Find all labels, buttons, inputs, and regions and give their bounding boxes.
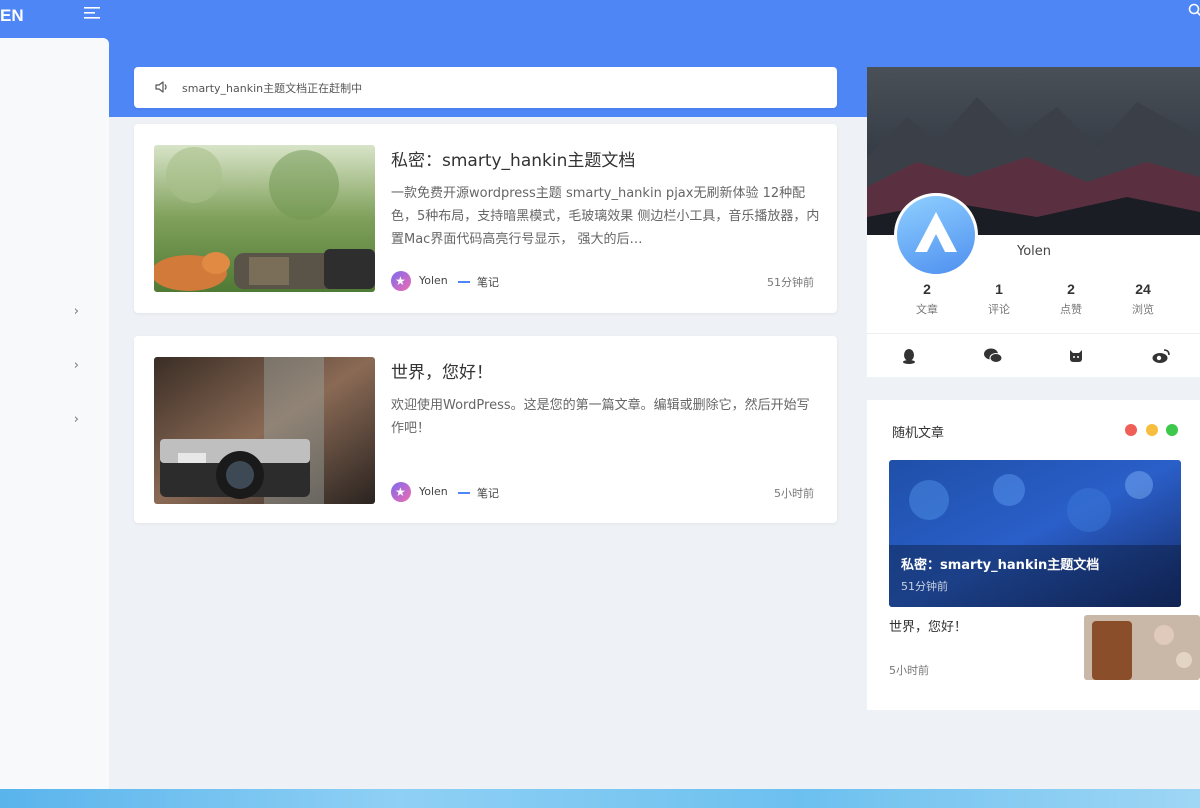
post-excerpt: 欢迎使用WordPress。这是您的第一篇文章。编辑或删除它，然后开始写作吧！ — [391, 398, 810, 436]
sidebar-item-2[interactable]: › — [0, 344, 109, 384]
profile-name[interactable]: Yolen — [1017, 244, 1051, 259]
left-sidebar: › › › — [0, 38, 109, 798]
post-time: 5小时前 — [774, 487, 814, 500]
widget-title: 随机文章 — [892, 426, 945, 441]
notice-text: smarty_hankin主题文档正在赶制中 — [182, 82, 363, 95]
featured-post-time: 51分钟前 — [901, 580, 948, 593]
stat-label: 评论 — [988, 303, 1010, 316]
stat-label: 文章 — [916, 303, 938, 316]
star-icon: ★ — [395, 274, 406, 288]
random-post-title[interactable]: 世界，您好！ — [889, 616, 967, 635]
profile-avatar[interactable] — [894, 193, 978, 277]
post-meta: ★ Yolen 笔记 51分钟前 — [391, 271, 814, 291]
wechat-icon[interactable] — [983, 347, 1003, 365]
random-post-thumbnail[interactable] — [1084, 615, 1200, 680]
sidebar-item-3[interactable]: › — [0, 398, 109, 438]
author-avatar[interactable]: ★ — [391, 482, 411, 502]
profile-card: Yolen 2 文章 1 评论 2 点赞 24 浏览 — [867, 67, 1200, 377]
chevron-right-icon: › — [73, 358, 79, 373]
post-card[interactable]: 私密：smarty_hankin主题文档 一款免费开源wordpress主题 s… — [134, 124, 837, 313]
sidebar-item-1[interactable]: › — [0, 290, 109, 330]
weibo-icon[interactable] — [1151, 347, 1171, 365]
profile-divider — [867, 333, 1200, 334]
search-icon[interactable] — [1186, 2, 1200, 18]
post-category[interactable]: 笔记 — [477, 485, 499, 501]
featured-post-card[interactable]: 私密：smarty_hankin主题文档 51分钟前 — [889, 460, 1181, 607]
stat-value: 2 — [923, 281, 931, 297]
post-thumbnail[interactable] — [154, 145, 375, 292]
stat-likes: 2 点赞 — [1036, 281, 1106, 317]
menu-toggle-icon[interactable] — [82, 4, 102, 22]
post-thumbnail[interactable] — [154, 357, 375, 504]
stat-value: 24 — [1135, 281, 1151, 297]
github-icon[interactable] — [1067, 347, 1087, 365]
random-posts-widget: 随机文章 私密：smarty_hankin主题文档 51分钟前 世界，您好！ 5… — [867, 400, 1200, 710]
meta-divider — [458, 492, 470, 494]
post-title[interactable]: 世界，您好！ — [391, 358, 493, 383]
stat-value: 1 — [995, 281, 1003, 297]
post-title[interactable]: 私密：smarty_hankin主题文档 — [391, 146, 635, 171]
stat-label: 浏览 — [1132, 303, 1154, 316]
stat-label: 点赞 — [1060, 303, 1082, 316]
yellow-dot-icon — [1146, 424, 1158, 436]
author-avatar[interactable]: ★ — [391, 271, 411, 291]
chevron-right-icon: › — [73, 304, 79, 319]
post-author[interactable]: Yolen — [419, 274, 448, 287]
post-meta: ★ Yolen 笔记 5小时前 — [391, 482, 814, 502]
meta-divider — [458, 281, 470, 283]
qq-icon[interactable] — [900, 347, 920, 365]
stat-articles: 2 文章 — [892, 281, 962, 317]
star-icon: ★ — [395, 485, 406, 499]
volume-icon — [154, 79, 170, 99]
post-card[interactable]: 世界，您好！ 欢迎使用WordPress。这是您的第一篇文章。编辑或删除它，然后… — [134, 336, 837, 523]
stat-views: 24 浏览 — [1108, 281, 1178, 317]
random-post-time: 5小时前 — [889, 664, 929, 677]
featured-post-title[interactable]: 私密：smarty_hankin主题文档 — [901, 554, 1099, 573]
notice-bar: smarty_hankin主题文档正在赶制中 — [134, 67, 837, 108]
post-author[interactable]: Yolen — [419, 485, 448, 498]
red-dot-icon — [1125, 424, 1137, 436]
green-dot-icon — [1166, 424, 1178, 436]
post-time: 51分钟前 — [767, 276, 814, 289]
chevron-right-icon: › — [73, 412, 79, 427]
post-excerpt: 一款免费开源wordpress主题 smarty_hankin pjax无刷新体… — [391, 186, 820, 247]
stat-value: 2 — [1067, 281, 1075, 297]
taskbar — [0, 789, 1200, 808]
stat-comments: 1 评论 — [964, 281, 1034, 317]
site-logo[interactable]: EN — [0, 6, 24, 26]
post-category[interactable]: 笔记 — [477, 274, 499, 290]
